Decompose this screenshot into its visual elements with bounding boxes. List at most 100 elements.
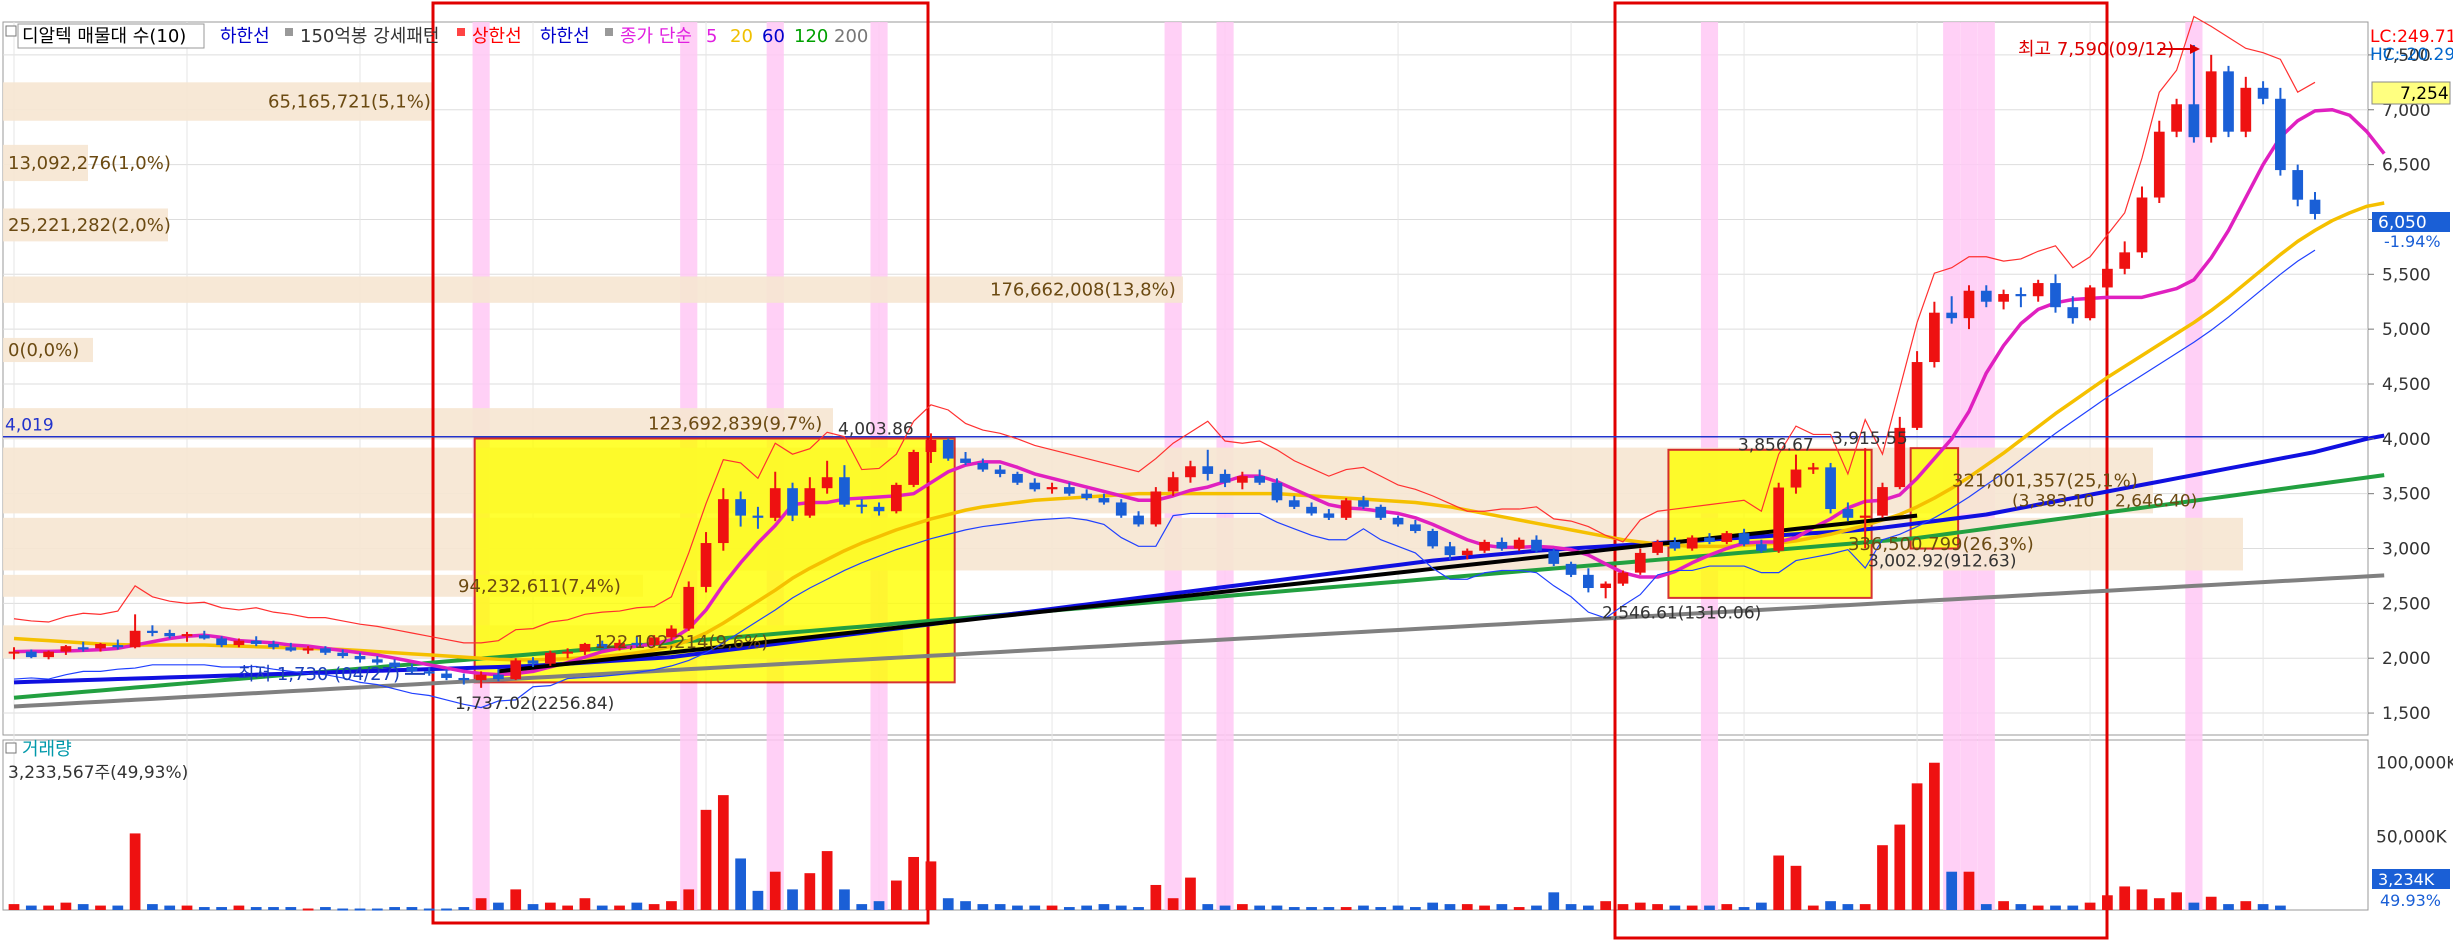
candle-body [1807, 467, 1819, 470]
legend-item-lower-band-2[interactable]: 하한선 [540, 26, 590, 47]
candle-body [2015, 294, 2027, 297]
price-label: 1,737.02(2256.84) [455, 694, 614, 714]
volume-bar [441, 908, 452, 911]
price-label: 4,003.86 [838, 420, 914, 440]
legend-item-lower-band[interactable]: 하한선 [220, 26, 270, 47]
volume-bar [1669, 905, 1681, 910]
candle-body [441, 673, 452, 678]
candle-body [579, 643, 591, 652]
volume-bar [700, 809, 712, 910]
candle-body [2153, 131, 2165, 198]
volume-bar [596, 905, 608, 910]
legend-ma5[interactable]: 5 [706, 26, 717, 47]
stock-chart[interactable]: 65,165,721(5,1%) 13,092,276(1,0%) 25,221,2… [0, 0, 2453, 941]
volume-bar [337, 908, 349, 911]
candle-body [95, 643, 106, 649]
volume-bar [1704, 905, 1715, 910]
candle-body [510, 660, 522, 680]
legend-ma-title[interactable]: 종가 단순 [620, 26, 692, 47]
candle-body [821, 477, 833, 489]
volume-bar [60, 902, 72, 910]
candle-body [2205, 71, 2217, 138]
volume-bar [2240, 901, 2252, 910]
volume-bar [1894, 824, 1906, 910]
legend-ma200[interactable]: 200 [834, 26, 868, 47]
volume-bar [1340, 907, 1352, 910]
volume-panel-title[interactable]: 거래량 [22, 739, 72, 760]
price-label: 2,546.61(1310.06) [1602, 603, 1761, 623]
volume-bar [631, 902, 643, 910]
candle-body [60, 646, 72, 652]
price-tick-label: 5,000 [2382, 320, 2431, 340]
candle-body [1980, 290, 1992, 302]
legend-ma60[interactable]: 60 [762, 26, 785, 47]
price-label: (3,383.10 [2012, 492, 2094, 512]
volume-bar [1859, 904, 1871, 910]
candle-body [8, 651, 20, 654]
candle-body [1911, 362, 1923, 428]
volume-bar [8, 904, 20, 910]
volume-bar [839, 889, 850, 910]
volume-bar [960, 901, 971, 910]
volume-bar [510, 889, 522, 910]
high-price-box-label: 7,254 [2400, 84, 2449, 104]
legend-ma20[interactable]: 20 [730, 26, 753, 47]
volume-profile-label: 122,102,214(9,6%) [594, 632, 768, 653]
candle-body [787, 488, 798, 516]
candle-body [1133, 515, 1144, 525]
candle-body [960, 458, 971, 463]
candle-body [1946, 312, 1958, 319]
candle-body [1461, 550, 1473, 556]
volume-bar [821, 851, 833, 910]
price-tick-label: 3,500 [2382, 485, 2431, 505]
volume-bar [1098, 904, 1110, 910]
candle-body [1790, 469, 1802, 488]
volume-bar [1202, 904, 1214, 910]
volume-bar [475, 898, 487, 910]
candle-body [1012, 473, 1023, 483]
volume-bar [579, 898, 591, 910]
volume-bar [1807, 905, 1819, 910]
candle-body [908, 451, 920, 485]
volume-bar [233, 905, 245, 910]
volume-bar [1254, 905, 1266, 910]
candle-body [1358, 500, 1369, 507]
volume-bar [458, 907, 470, 910]
volume-bar [77, 904, 89, 910]
legend-item-pattern[interactable]: 150억봉 강세패턴 [300, 26, 439, 47]
volume-profile-label: 65,165,721(5,1%) [268, 92, 431, 113]
legend-item-upper-band[interactable]: 상한선 [472, 26, 522, 47]
candle-body [700, 543, 712, 587]
volume-profile-label: 321,001,357(25,1%) [1952, 471, 2138, 492]
volume-bar [2275, 905, 2286, 910]
volume-bar [1842, 904, 1854, 910]
candle-body [216, 638, 227, 646]
candle-body [544, 652, 556, 664]
candle-body [406, 666, 418, 672]
volume-bar [925, 861, 937, 910]
lc-label: LC:249.71 [2370, 27, 2453, 47]
candle-body [2067, 307, 2079, 319]
candle-body [1288, 500, 1300, 507]
volume-bar [1929, 762, 1940, 910]
volume-bar [648, 904, 660, 910]
candle-body [1081, 493, 1093, 499]
volume-bar [2136, 889, 2148, 910]
price-tick-label: 5,500 [2382, 265, 2431, 285]
volume-bar [769, 871, 781, 910]
candle-body [1427, 530, 1439, 547]
current-price-label: 6,050 [2378, 213, 2427, 233]
candle-body [1634, 552, 1646, 573]
legend-ma120[interactable]: 120 [794, 26, 828, 47]
volume-bar [1531, 905, 1542, 910]
candle-body [1686, 537, 1698, 549]
candle-body [1029, 482, 1041, 490]
volume-bar [1980, 904, 1992, 910]
volume-value: 3,233,567주(49,93%) [8, 763, 188, 783]
volume-bar [1600, 901, 1612, 910]
volume-bar [268, 907, 279, 910]
candle-body [1531, 539, 1542, 551]
volume-bar [2084, 902, 2096, 910]
volume-bar [423, 908, 435, 911]
candle-body [1167, 477, 1179, 492]
